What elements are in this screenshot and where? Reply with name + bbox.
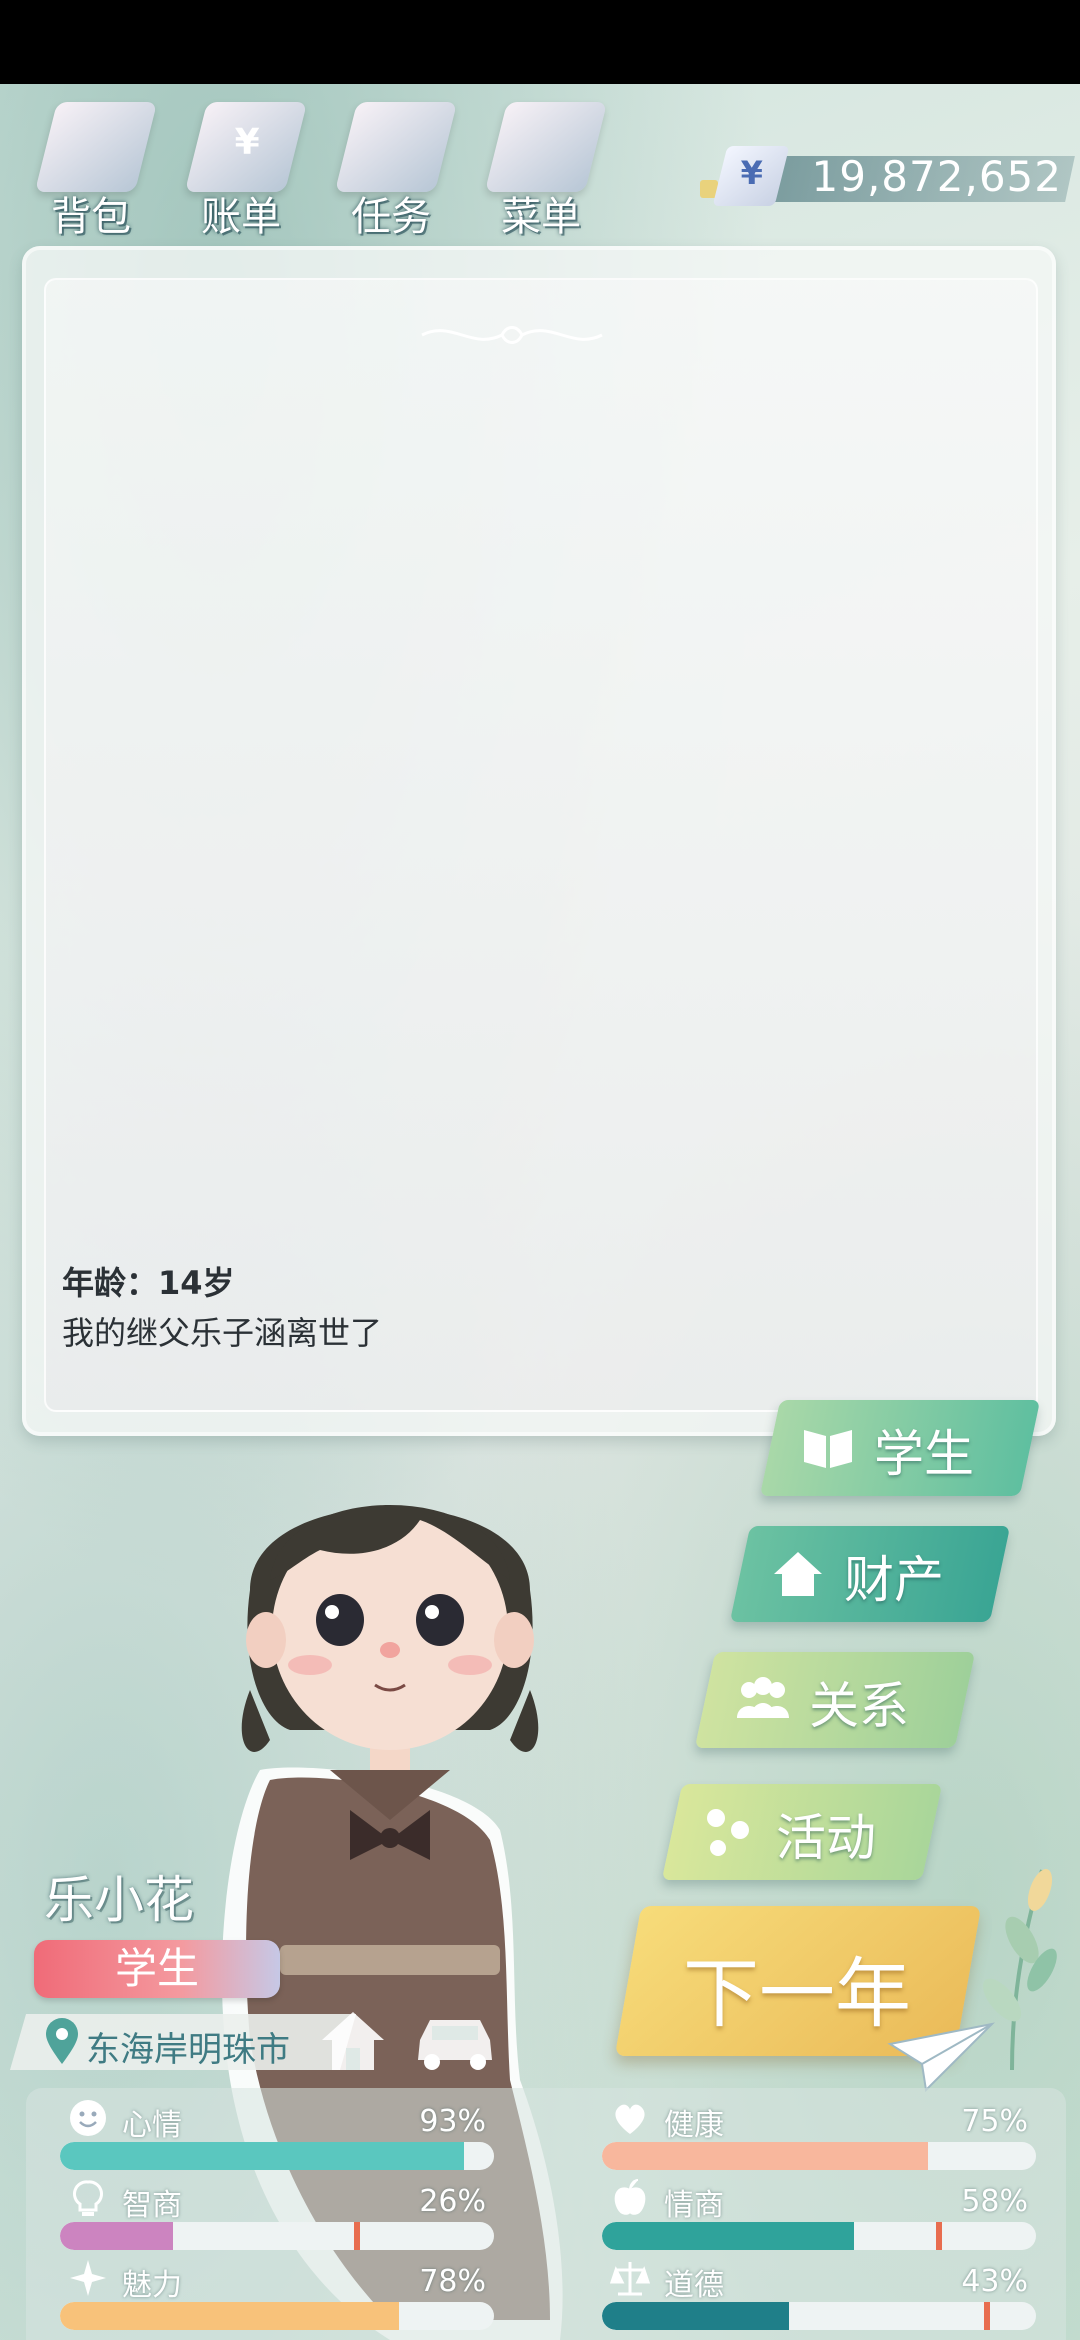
job-badge: 学生 bbox=[34, 1940, 280, 1998]
activity-label: 活动 bbox=[776, 1809, 876, 1867]
home-icon[interactable] bbox=[318, 2008, 388, 2074]
backpack-label: 背包 bbox=[51, 194, 131, 240]
molecule-icon bbox=[707, 1809, 749, 1856]
location-text: 东海岸明珠市 bbox=[86, 2030, 290, 2070]
location-pin-icon bbox=[46, 2018, 78, 2064]
stat-bar-fill bbox=[60, 2222, 173, 2250]
relationship-label: 关系 bbox=[809, 1677, 909, 1735]
student-button[interactable]: 学生 bbox=[759, 1400, 1041, 1496]
stat-bar-fill bbox=[602, 2302, 789, 2330]
character-name: 乐小花 bbox=[44, 1871, 194, 1929]
stat-label: 情商 bbox=[664, 2188, 724, 2223]
ornament-icon bbox=[421, 326, 603, 344]
stat-value: 26% bbox=[419, 2184, 486, 2219]
stat-health: 健康 75% bbox=[598, 2098, 1038, 2178]
backpack-button[interactable]: 背包 bbox=[26, 96, 166, 240]
stat-bar-fill bbox=[602, 2222, 854, 2250]
apple-icon bbox=[614, 2179, 646, 2215]
money-display: ¥ 19,872,652 bbox=[700, 146, 1075, 206]
stat-bar bbox=[60, 2222, 494, 2250]
menu-icon bbox=[484, 102, 608, 192]
stat-morality: 道德 43% bbox=[598, 2258, 1038, 2338]
stat-marker bbox=[354, 2222, 360, 2250]
backpack-icon bbox=[34, 102, 158, 192]
car-icon[interactable] bbox=[412, 2010, 498, 2072]
bill-label: 账单 bbox=[201, 194, 281, 240]
relationship-button[interactable]: 关系 bbox=[694, 1652, 976, 1748]
stat-value: 43% bbox=[961, 2264, 1028, 2299]
heart-icon bbox=[615, 2104, 645, 2134]
menu-button[interactable]: 菜单 bbox=[476, 96, 616, 240]
menu-label: 菜单 bbox=[501, 194, 581, 240]
money-value: 19,872,652 bbox=[811, 152, 1062, 201]
stat-label: 健康 bbox=[664, 2108, 724, 2143]
event-line: 我的继父乐子涵离世了 bbox=[62, 1314, 383, 1352]
house-icon bbox=[774, 1552, 822, 1596]
activity-button[interactable]: 活动 bbox=[661, 1784, 943, 1880]
stat-bar bbox=[602, 2222, 1036, 2250]
stat-label: 心情 bbox=[122, 2108, 182, 2143]
stat-bar bbox=[602, 2142, 1036, 2170]
stat-value: 93% bbox=[419, 2104, 486, 2139]
stat-charm: 魅力 78% bbox=[56, 2258, 496, 2338]
bill-icon: ¥ bbox=[184, 102, 308, 192]
stat-bar-fill bbox=[60, 2142, 464, 2170]
stat-mood: 心情 93% bbox=[56, 2098, 496, 2178]
book-icon bbox=[804, 1430, 852, 1468]
sparkle-icon bbox=[70, 2260, 106, 2296]
student-label: 学生 bbox=[874, 1425, 974, 1483]
scales-icon bbox=[610, 2262, 650, 2296]
smile-icon bbox=[70, 2100, 106, 2136]
stat-bar-fill bbox=[60, 2302, 399, 2330]
age-line: 年龄：14岁 bbox=[62, 1264, 235, 1302]
property-label: 财产 bbox=[844, 1551, 944, 1609]
bill-button[interactable]: ¥ 账单 bbox=[176, 96, 316, 240]
task-label: 任务 bbox=[351, 194, 431, 240]
stat-bar bbox=[602, 2302, 1036, 2330]
stat-bar-fill bbox=[602, 2142, 928, 2170]
people-icon bbox=[737, 1677, 789, 1718]
stat-marker bbox=[936, 2222, 942, 2250]
stat-iq: 智商 26% bbox=[56, 2178, 496, 2258]
stat-label: 道德 bbox=[664, 2268, 724, 2303]
stat-label: 智商 bbox=[122, 2188, 182, 2223]
stat-marker bbox=[984, 2302, 990, 2330]
stat-value: 78% bbox=[419, 2264, 486, 2299]
status-bar bbox=[0, 0, 1080, 84]
lightbulb-icon bbox=[73, 2180, 103, 2216]
task-icon bbox=[334, 102, 458, 192]
property-button[interactable]: 财产 bbox=[729, 1526, 1011, 1622]
stat-bar bbox=[60, 2142, 494, 2170]
task-button[interactable]: 任务 bbox=[326, 96, 466, 240]
stat-eq: 情商 58% bbox=[598, 2178, 1038, 2258]
stat-value: 75% bbox=[961, 2104, 1028, 2139]
stat-bar bbox=[60, 2302, 494, 2330]
story-panel-inner bbox=[44, 278, 1038, 1412]
stat-label: 魅力 bbox=[122, 2268, 182, 2303]
stat-value: 58% bbox=[961, 2184, 1028, 2219]
